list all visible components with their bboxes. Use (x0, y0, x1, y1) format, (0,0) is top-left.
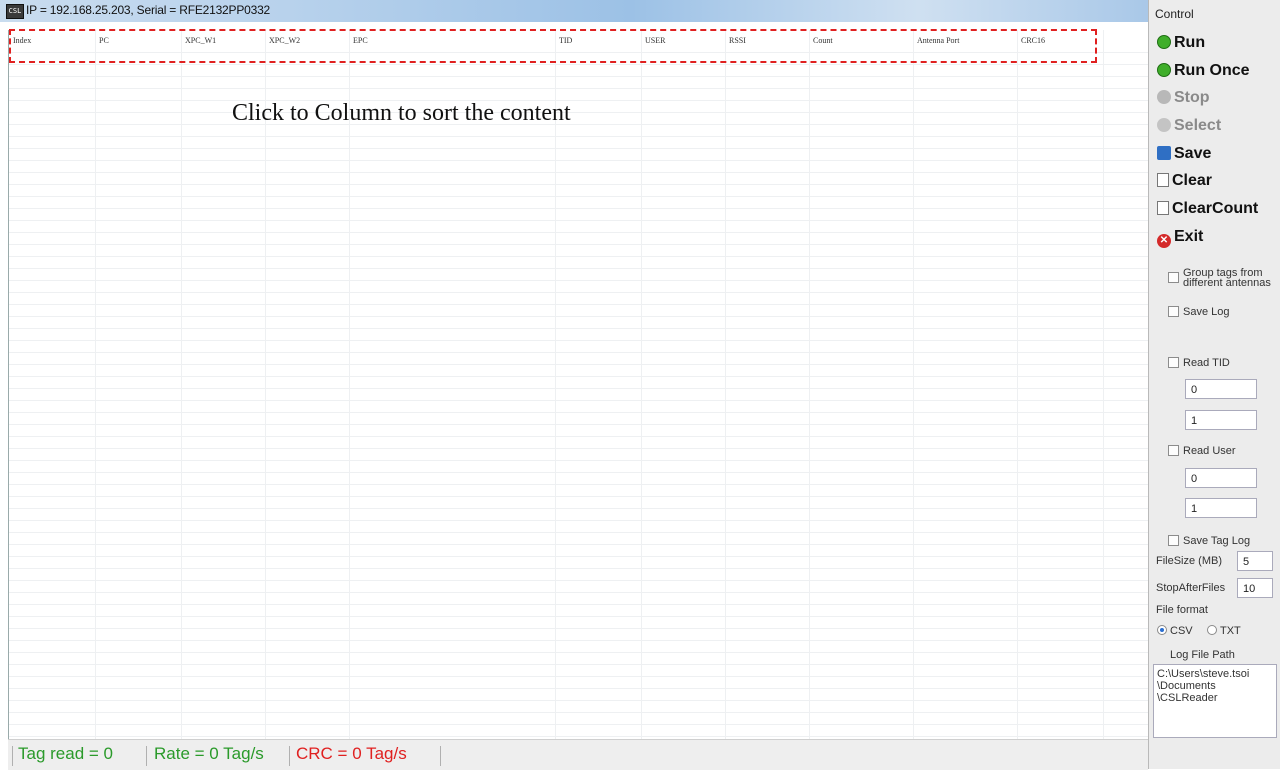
select-button[interactable]: Select (1157, 117, 1279, 141)
user-length-input[interactable]: 1 (1185, 498, 1257, 518)
tag-table[interactable]: Index PC XPC_W1 XPC_W2 EPC TID USER RSSI Count An… (8, 30, 1149, 740)
save-label: Save (1174, 145, 1212, 162)
run-once-label: Run Once (1174, 62, 1250, 79)
run-button[interactable]: Run (1157, 34, 1279, 58)
stop-icon (1157, 90, 1171, 104)
window-title: IP = 192.168.25.203, Serial = RFE2132PP0… (26, 3, 271, 17)
save-tag-log-check-box (1168, 535, 1179, 546)
blank-page-icon (1157, 201, 1169, 215)
clear-count-button[interactable]: ClearCount (1157, 200, 1279, 224)
table-grid-lines (9, 30, 1149, 740)
save-tag-log-label: Save Tag Log (1183, 535, 1251, 547)
rate-status: Rate = 0 Tag/s (154, 744, 264, 763)
status-bar: Tag read = 0 Rate = 0 Tag/s CRC = 0 Tag/… (8, 739, 1148, 770)
user-offset-input[interactable]: 0 (1185, 468, 1257, 488)
clear-label: Clear (1172, 172, 1213, 189)
tag-read-status: Tag read = 0 (18, 744, 113, 763)
blank-page-icon (1157, 173, 1169, 187)
save-log-check-box (1168, 306, 1179, 317)
run-label: Run (1174, 34, 1206, 51)
title-bar: CSL IP = 192.168.25.203, Serial = RFE213… (0, 0, 1148, 22)
play-icon (1157, 35, 1171, 49)
read-user-checkbox[interactable]: Read User (1168, 445, 1236, 457)
control-panel: Control Run Run Once Stop Select Save Cl… (1148, 0, 1280, 769)
read-tid-check-box (1168, 357, 1179, 368)
header-highlight-box (9, 29, 1097, 63)
exit-label: Exit (1174, 228, 1204, 245)
clear-count-label: ClearCount (1172, 200, 1259, 217)
save-log-checkbox[interactable]: Save Log (1168, 306, 1229, 318)
crc-status: CRC = 0 Tag/s (296, 744, 407, 763)
save-button[interactable]: Save (1157, 145, 1279, 169)
read-tid-checkbox[interactable]: Read TID (1168, 357, 1230, 369)
select-label: Select (1174, 117, 1222, 134)
close-icon: ✕ (1157, 234, 1171, 248)
stop-button[interactable]: Stop (1157, 89, 1279, 113)
file-size-input[interactable]: 5 (1237, 551, 1273, 571)
group-tags-check-box (1168, 272, 1179, 283)
tid-length-input[interactable]: 1 (1185, 410, 1257, 430)
exit-button[interactable]: ✕ Exit (1157, 228, 1279, 252)
log-file-path-button[interactable]: Log File Path (1170, 649, 1235, 661)
control-panel-title: Control (1155, 7, 1194, 21)
floppy-disk-icon (1157, 146, 1171, 160)
status-separator (440, 746, 441, 766)
file-size-label: FileSize (MB) (1156, 555, 1223, 567)
read-user-check-box (1168, 445, 1179, 456)
tid-offset-input[interactable]: 0 (1185, 379, 1257, 399)
select-icon (1157, 118, 1171, 132)
stop-after-files-label: StopAfterFiles (1156, 582, 1226, 594)
run-once-button[interactable]: Run Once (1157, 62, 1279, 86)
status-separator (12, 746, 13, 766)
file-format-label: File format (1156, 604, 1208, 616)
txt-radio[interactable]: TXT (1207, 625, 1241, 637)
log-file-path-field[interactable]: C:\Users\steve.tsoi \Documents \CSLReade… (1153, 664, 1277, 738)
csv-label: CSV (1170, 625, 1193, 637)
app-icon: CSL (6, 4, 24, 19)
group-tags-label: Group tags from different antennas (1183, 268, 1271, 289)
clear-button[interactable]: Clear (1157, 172, 1279, 196)
txt-label: TXT (1220, 625, 1241, 637)
save-log-label: Save Log (1183, 306, 1230, 318)
read-tid-label: Read TID (1183, 357, 1230, 369)
status-separator (146, 746, 147, 766)
csv-radio[interactable]: CSV (1157, 625, 1193, 637)
csv-radio-dot (1157, 625, 1167, 635)
stop-label: Stop (1174, 89, 1210, 106)
stop-after-files-input[interactable]: 10 (1237, 578, 1273, 598)
save-tag-log-checkbox[interactable]: Save Tag Log (1168, 535, 1250, 547)
txt-radio-dot (1207, 625, 1217, 635)
play-icon (1157, 63, 1171, 77)
group-tags-checkbox[interactable]: Group tags from different antennas (1168, 268, 1276, 298)
main-window: CSL IP = 192.168.25.203, Serial = RFE213… (0, 0, 1149, 770)
read-user-label: Read User (1183, 445, 1236, 457)
sort-hint-annotation: Click to Column to sort the content (232, 100, 571, 126)
status-separator (289, 746, 290, 766)
